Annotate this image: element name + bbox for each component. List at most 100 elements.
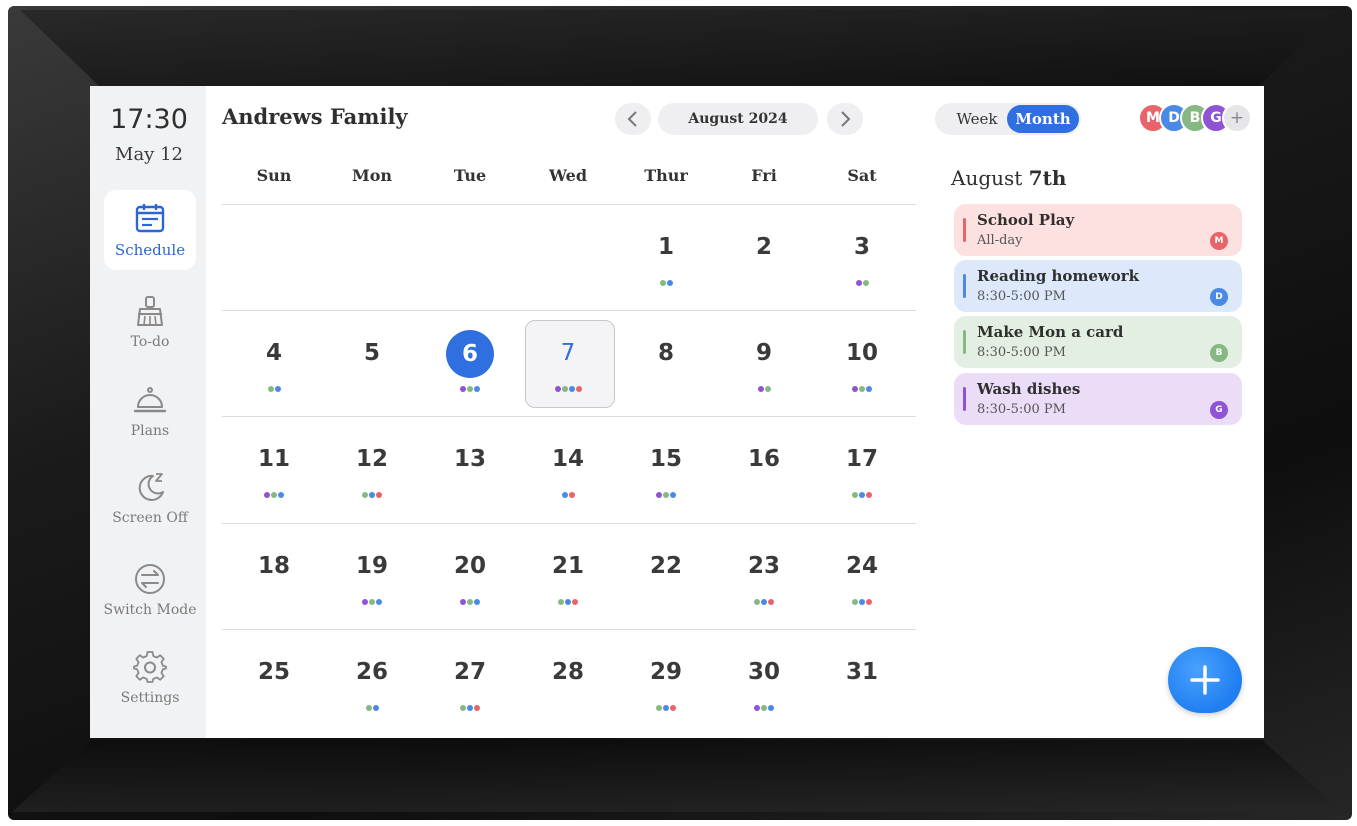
day-cell[interactable]: 31 [813,631,911,737]
add-member-button[interactable]: + [1222,103,1252,133]
event-dot [656,492,662,498]
day-cell[interactable]: 5 [323,312,421,418]
day-cell[interactable]: 12 [323,418,421,524]
day-cell[interactable]: 11 [225,418,323,524]
day-cell[interactable]: 14 [519,418,617,524]
day-cell[interactable]: 27 [421,631,519,737]
day-cell[interactable]: 19 [323,525,421,631]
day-cell[interactable]: 15 [617,418,715,524]
day-cell[interactable]: 24 [813,525,911,631]
prev-month-button[interactable] [615,103,651,135]
chevron-right-icon [841,111,851,127]
day-cell[interactable]: 29 [617,631,715,737]
event-card[interactable]: Wash dishes 8:30-5:00 PM G [954,373,1242,425]
day-number: 30 [747,659,780,685]
day-cell[interactable]: 21 [519,525,617,631]
event-dot [852,386,858,392]
event-title: Reading homework [977,267,1140,285]
event-dot [757,386,764,392]
day-cell[interactable]: 6 [421,312,519,418]
event-dots [519,492,617,498]
event-dot [666,280,673,286]
day-number: 28 [551,659,584,685]
weekday-label: Thur [644,166,688,185]
sidebar-item-settings[interactable]: Settings [104,638,196,718]
event-dots [617,705,715,711]
day-cell[interactable]: 26 [323,631,421,737]
event-dot [365,705,372,711]
day-cell[interactable]: 16 [715,418,813,524]
day-number: 15 [649,446,682,472]
event-dot [663,492,669,498]
day-cell[interactable]: 30 [715,631,813,737]
day-number: 11 [257,446,290,472]
day-cell[interactable]: 3 [813,206,911,312]
cloche-icon [133,387,167,413]
day-cell[interactable]: 7 [519,312,617,418]
frame-bevel-bottom [12,740,1342,812]
day-cell[interactable]: 8 [617,312,715,418]
event-dots [715,705,813,711]
day-cell[interactable]: 20 [421,525,519,631]
weekday-label: Tue [453,166,487,185]
event-card[interactable]: School Play All-day M [954,204,1242,256]
week-divider [222,204,916,205]
event-card[interactable]: Make Mon a card 8:30-5:00 PM B [954,316,1242,368]
event-owner-badge: M [1210,232,1228,250]
day-cell[interactable]: 23 [715,525,813,631]
day-number: 7 [560,340,576,366]
gear-icon [133,651,167,683]
day-cell[interactable]: 4 [225,312,323,418]
event-dots [813,280,911,286]
view-month-button[interactable]: Month [1007,105,1079,133]
day-cell[interactable]: 2 [715,206,813,312]
event-dots [715,599,813,605]
event-dot [467,599,473,605]
day-cell[interactable]: 1 [617,206,715,312]
event-dots [421,705,519,711]
day-number: 1 [657,234,674,260]
event-dots [813,386,911,392]
day-cell[interactable]: 10 [813,312,911,418]
add-event-button[interactable] [1168,647,1242,713]
weekday-label: Mon [351,166,392,185]
sidebar-item-label: To-do [130,334,170,350]
event-dot [862,280,869,286]
event-card[interactable]: Reading homework 8:30-5:00 PM D [954,260,1242,312]
day-cell[interactable]: 17 [813,418,911,524]
sidebar-item-todo[interactable]: To-do [104,282,196,362]
event-dots [421,599,519,605]
day-number: 5 [363,340,380,366]
month-label[interactable]: August 2024 [658,103,818,135]
event-dot [467,705,473,711]
event-dots [813,599,911,605]
day-cell[interactable]: 28 [519,631,617,737]
event-dot [362,599,368,605]
day-number: 13 [453,446,486,472]
day-cell[interactable]: 22 [617,525,715,631]
event-title: Make Mon a card [977,323,1124,341]
view-week-button[interactable]: Week [943,103,1011,135]
next-month-button[interactable] [827,103,863,135]
sidebar-item-screen-off[interactable]: Screen Off [104,458,196,538]
event-dot [855,280,862,286]
sidebar-item-plans[interactable]: Plans [104,371,196,451]
chevron-left-icon [627,111,637,127]
event-dots [323,492,421,498]
sidebar-item-schedule[interactable]: Schedule [104,190,196,270]
switch-arrows-icon [135,564,165,594]
event-dots [813,492,911,498]
day-cell[interactable]: 13 [421,418,519,524]
day-number: 8 [657,340,674,366]
sidebar-item-switch-mode[interactable]: Switch Mode [103,550,197,630]
day-number: 29 [649,659,682,685]
sidebar-item-label: Switch Mode [103,602,197,618]
day-cell[interactable]: 25 [225,631,323,737]
day-number: 2 [755,234,772,260]
event-color-bar [963,218,966,242]
day-cell[interactable]: 9 [715,312,813,418]
day-cell[interactable]: 18 [225,525,323,631]
event-title: Wash dishes [977,380,1081,398]
event-dot [561,386,568,392]
event-dot [859,492,865,498]
